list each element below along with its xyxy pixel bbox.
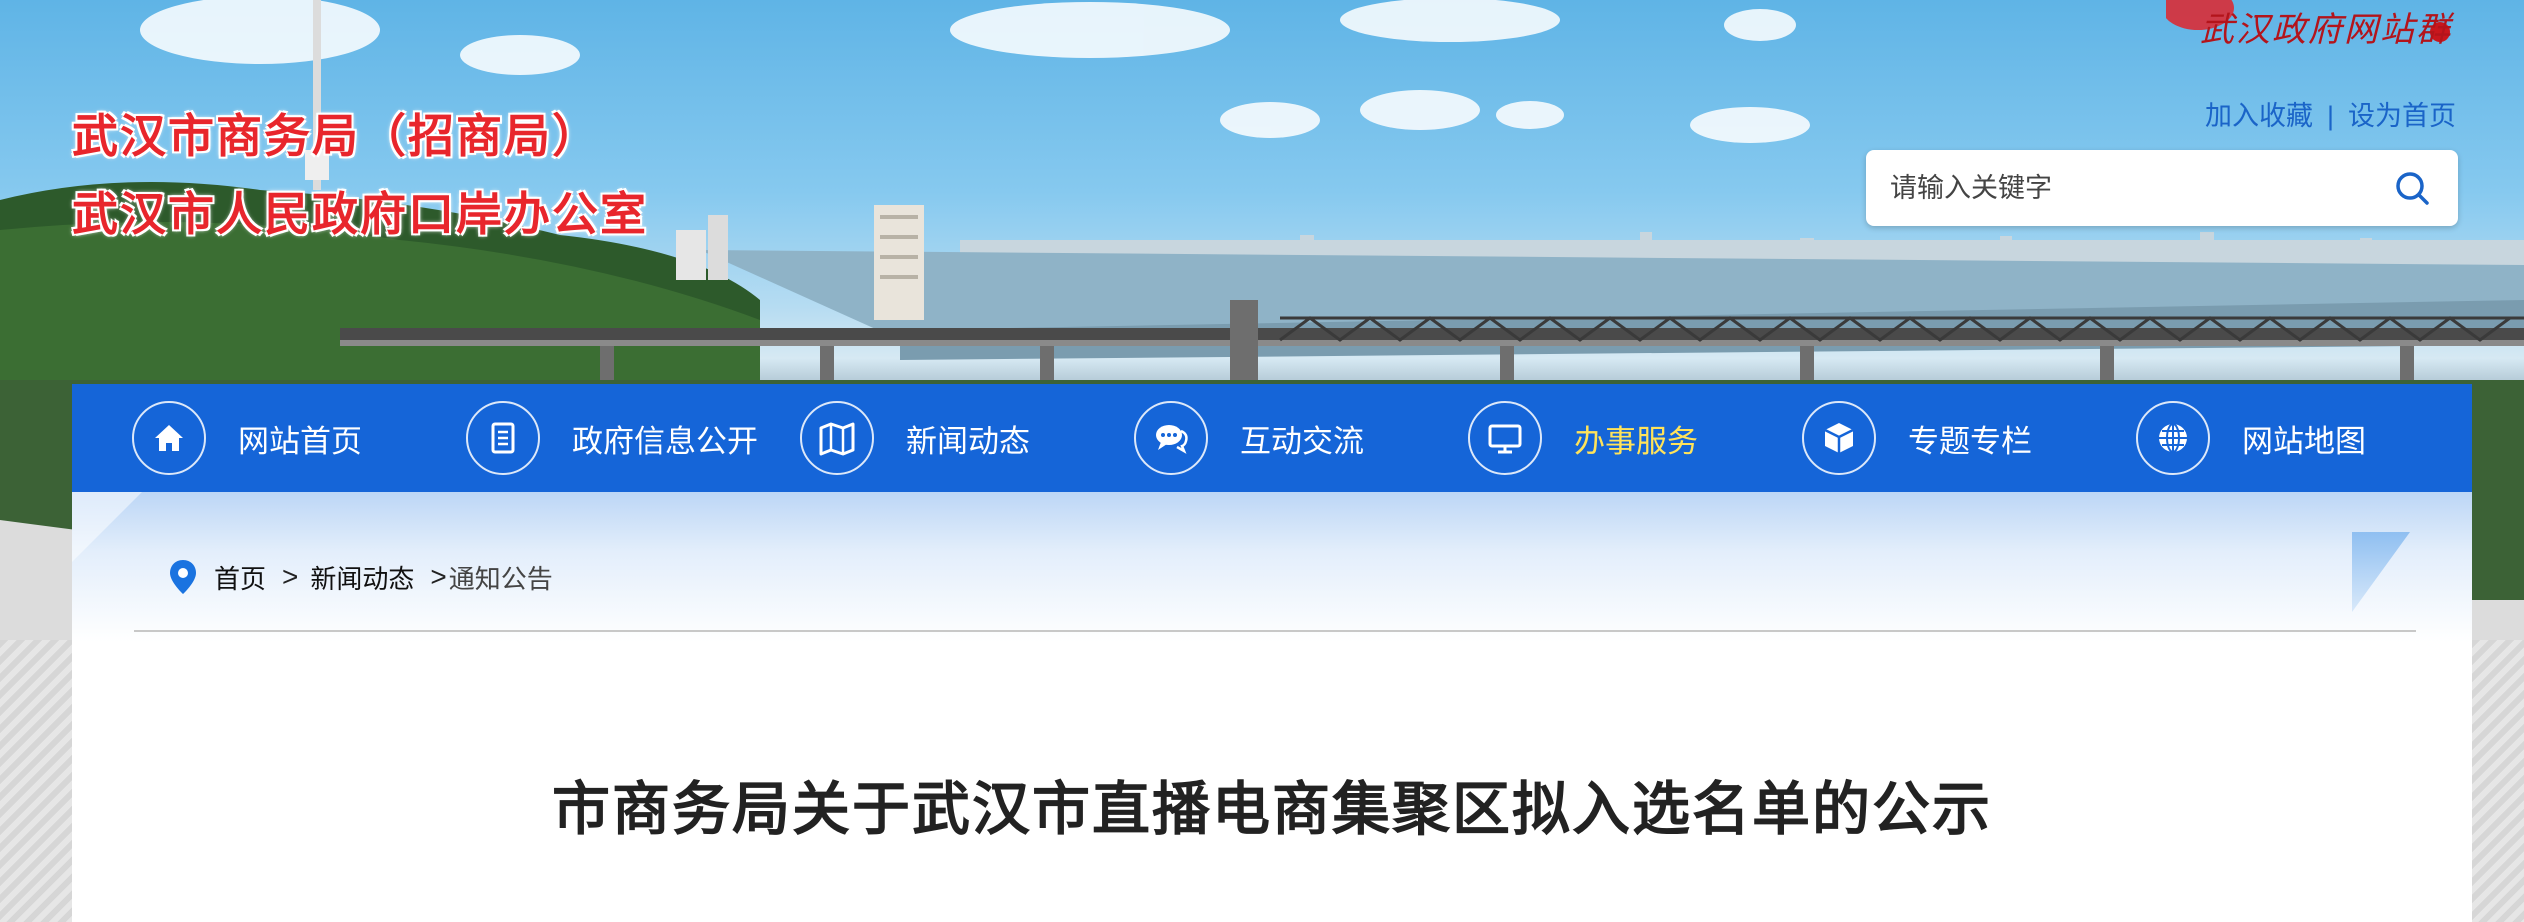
nav-label-sitemap: 网站地图: [2242, 423, 2366, 459]
side-pattern-right: [2472, 640, 2524, 922]
home-icon: [132, 401, 206, 475]
nav-label-gov-info: 政府信息公开: [572, 423, 758, 459]
map-icon: [800, 401, 874, 475]
top-links: 加入收藏 | 设为首页: [2205, 94, 2456, 133]
nav-item-sitemap[interactable]: 网站地图: [2076, 384, 2410, 492]
corner-decoration-left: [72, 492, 142, 562]
search-box: [1866, 150, 2458, 226]
monitor-icon: [1468, 401, 1542, 475]
search-input[interactable]: [1890, 166, 2360, 210]
document-icon: [466, 401, 540, 475]
add-bookmark-link[interactable]: 加入收藏: [2205, 101, 2313, 131]
site-title-line1: 武汉市商务局（招商局）: [72, 109, 600, 163]
content-panel: 首页 > 新闻动态 > 通知公告 市商务局关于武汉市直播电商集聚区拟入选名单的公…: [72, 492, 2472, 922]
nav-item-services[interactable]: 办事服务: [1408, 384, 1742, 492]
nav-item-topics[interactable]: 专题专栏: [1742, 384, 2076, 492]
breadcrumb-current: 通知公告: [448, 563, 553, 594]
nav-label-services: 办事服务: [1574, 423, 1698, 459]
set-homepage-link[interactable]: 设为首页: [2348, 101, 2456, 131]
breadcrumb: 首页 > 新闻动态 > 通知公告: [168, 558, 553, 596]
nav-item-news[interactable]: 新闻动态: [740, 384, 1074, 492]
breadcrumb-news-link[interactable]: 新闻动态: [310, 559, 414, 596]
nav-label-topics: 专题专栏: [1908, 423, 2032, 459]
nav-label-home: 网站首页: [238, 423, 362, 459]
nav-label-news: 新闻动态: [906, 423, 1030, 459]
search-icon[interactable]: [2392, 168, 2432, 208]
cube-icon: [1802, 401, 1876, 475]
breadcrumb-divider: [134, 630, 2416, 632]
main-nav: 网站首页 政府信息公开 新闻动态 互动交流 办事服务 专题专栏 网站地图: [72, 384, 2472, 492]
side-pattern-left: [0, 640, 72, 922]
breadcrumb-home-link[interactable]: 首页: [214, 559, 266, 596]
nav-label-interaction: 互动交流: [1240, 423, 1364, 459]
breadcrumb-separator: >: [430, 561, 447, 592]
nav-item-home[interactable]: 网站首页: [72, 384, 406, 492]
nav-item-interaction[interactable]: 互动交流: [1074, 384, 1408, 492]
globe-icon: [2136, 401, 2210, 475]
article-title: 市商务局关于武汉市直播电商集聚区拟入选名单的公示: [551, 775, 1992, 843]
location-pin-icon: [170, 560, 196, 594]
site-title-line2: 武汉市人民政府口岸办公室: [72, 187, 648, 241]
breadcrumb-separator: >: [282, 561, 299, 592]
seal-text: 武汉政府网站群: [2200, 10, 2452, 50]
chat-icon: [1134, 401, 1208, 475]
link-separator: |: [2326, 101, 2334, 131]
nav-item-gov-info[interactable]: 政府信息公开: [406, 384, 758, 492]
